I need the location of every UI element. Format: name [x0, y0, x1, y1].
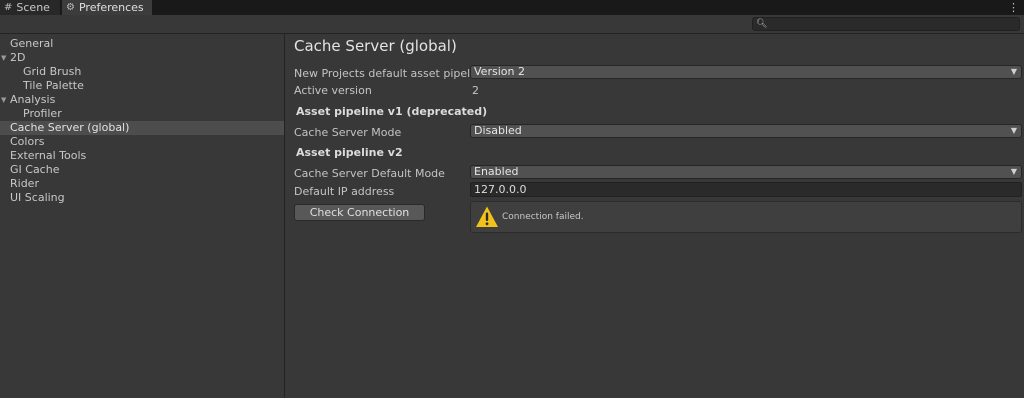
sidebar-item-analysis[interactable]: ▼ Analysis: [0, 93, 284, 107]
section-asset-pipeline-v1: Asset pipeline v1 (deprecated): [296, 105, 488, 118]
sidebar-item-label: General: [10, 37, 54, 50]
sidebar-item-grid-brush[interactable]: Grid Brush: [0, 65, 284, 79]
page-title: Cache Server (global): [294, 37, 457, 55]
sidebar-item-colors[interactable]: Colors: [0, 135, 284, 149]
connection-help-box: Connection failed.: [470, 201, 1022, 233]
default-ip-field[interactable]: 127.0.0.0: [470, 182, 1022, 197]
sidebar-item-tile-palette[interactable]: Tile Palette: [0, 79, 284, 93]
tab-scene[interactable]: # Scene: [0, 0, 60, 15]
sidebar-item-general[interactable]: General: [0, 37, 284, 51]
sidebar-item-ui-scaling[interactable]: UI Scaling: [0, 191, 284, 205]
active-version-label: Active version: [294, 84, 372, 97]
chevron-down-icon: ▼: [1010, 126, 1017, 135]
preferences-sidebar: General ▼ 2D Grid Brush Tile Palette ▼ A…: [0, 34, 285, 398]
sidebar-item-rider[interactable]: Rider: [0, 177, 284, 191]
warning-icon: [476, 206, 498, 227]
tab-preferences[interactable]: ⚙ Preferences: [62, 0, 152, 15]
tab-scene-label: Scene: [16, 1, 50, 14]
cache-server-mode-label: Cache Server Mode: [294, 126, 402, 139]
pipeline-dropdown-value: Version 2: [474, 65, 525, 78]
tab-bar: # Scene ⚙ Preferences ⋮: [0, 0, 1024, 15]
sidebar-item-external-tools[interactable]: External Tools: [0, 149, 284, 163]
expand-arrow-icon[interactable]: ▼: [1, 51, 6, 65]
search-row: 🔍︎: [0, 15, 1024, 34]
check-connection-button[interactable]: Check Connection: [294, 204, 425, 221]
sidebar-item-gi-cache[interactable]: GI Cache: [0, 163, 284, 177]
sidebar-item-label: Tile Palette: [23, 79, 84, 92]
pipeline-label: New Projects default asset pipeline: [294, 67, 487, 80]
section-asset-pipeline-v2: Asset pipeline v2: [296, 146, 403, 159]
sidebar-item-label: GI Cache: [10, 163, 60, 176]
grid-icon: #: [4, 1, 13, 13]
default-ip-label: Default IP address: [294, 185, 395, 198]
cache-server-default-mode-value: Enabled: [474, 165, 519, 178]
active-version-value: 2: [472, 84, 479, 97]
help-message: Connection failed.: [502, 212, 584, 222]
sidebar-item-label: Profiler: [23, 107, 62, 120]
sidebar-item-label: Analysis: [10, 93, 56, 106]
sidebar-item-label: Cache Server (global): [10, 121, 130, 134]
chevron-down-icon: ▼: [1010, 67, 1017, 76]
sidebar-item-label: Grid Brush: [23, 65, 82, 78]
expand-arrow-icon[interactable]: ▼: [1, 93, 6, 107]
sidebar-item-label: 2D: [10, 51, 26, 64]
pipeline-dropdown[interactable]: Version 2 ▼: [470, 65, 1022, 79]
cache-server-panel: Cache Server (global) New Projects defau…: [286, 34, 1024, 398]
search-icon: 🔍︎: [756, 19, 768, 29]
tab-preferences-label: Preferences: [78, 1, 144, 14]
sidebar-item-cache-server[interactable]: Cache Server (global): [0, 121, 284, 135]
sidebar-item-label: External Tools: [10, 149, 87, 162]
cache-server-mode-dropdown[interactable]: Disabled ▼: [470, 124, 1022, 138]
sidebar-item-label: Colors: [10, 135, 45, 148]
cache-server-default-mode-dropdown[interactable]: Enabled ▼: [470, 165, 1022, 179]
cache-server-default-mode-label: Cache Server Default Mode: [294, 167, 445, 180]
gear-icon: ⚙: [66, 1, 75, 13]
chevron-down-icon: ▼: [1010, 167, 1017, 176]
search-input[interactable]: 🔍︎: [752, 17, 1020, 31]
more-options-icon[interactable]: ⋮: [1008, 0, 1019, 15]
sidebar-item-2d[interactable]: ▼ 2D: [0, 51, 284, 65]
sidebar-item-label: UI Scaling: [10, 191, 65, 204]
sidebar-item-label: Rider: [10, 177, 39, 190]
sidebar-item-profiler[interactable]: Profiler: [0, 107, 284, 121]
cache-server-mode-value: Disabled: [474, 124, 522, 137]
